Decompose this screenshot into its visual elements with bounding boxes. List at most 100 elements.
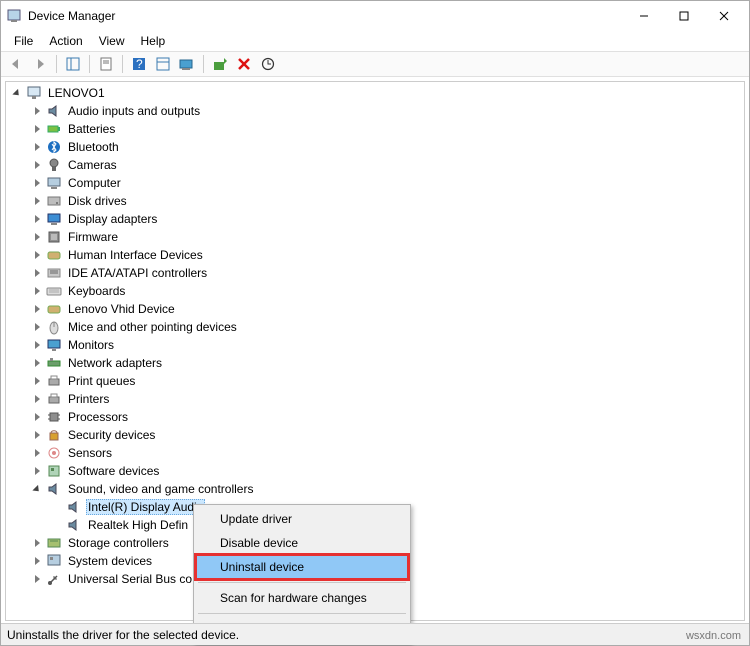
menu-help[interactable]: Help — [133, 32, 174, 50]
speaker-icon — [46, 103, 62, 119]
status-text: Uninstalls the driver for the selected d… — [7, 628, 239, 642]
expand-icon[interactable] — [30, 194, 44, 208]
expand-icon[interactable] — [30, 392, 44, 406]
expand-icon[interactable] — [30, 572, 44, 586]
properties-button[interactable] — [95, 53, 117, 75]
tree-category[interactable]: Disk drives — [6, 192, 744, 210]
tree-category[interactable]: Security devices — [6, 426, 744, 444]
update-driver-button[interactable] — [176, 53, 198, 75]
menu-uninstall-device[interactable]: Uninstall device — [196, 555, 408, 579]
tree-category[interactable]: Firmware — [6, 228, 744, 246]
app-icon — [6, 8, 22, 24]
tree-category[interactable]: Print queues — [6, 372, 744, 390]
tree-item-label: IDE ATA/ATAPI controllers — [66, 266, 209, 280]
usb-icon — [46, 571, 62, 587]
tree-item-label: Display adapters — [66, 212, 159, 226]
show-hide-tree-button[interactable] — [62, 53, 84, 75]
speaker-icon — [66, 517, 82, 533]
minimize-button[interactable] — [624, 2, 664, 30]
tree-item-label: Processors — [66, 410, 130, 424]
expand-icon[interactable] — [30, 140, 44, 154]
expand-icon[interactable] — [30, 266, 44, 280]
menu-action[interactable]: Action — [41, 32, 90, 50]
expand-icon[interactable] — [30, 374, 44, 388]
battery-icon — [46, 121, 62, 137]
tree-root[interactable]: LENOVO1 — [6, 84, 744, 102]
monitor-icon — [46, 337, 62, 353]
tree-category[interactable]: Bluetooth — [6, 138, 744, 156]
expand-icon[interactable] — [30, 428, 44, 442]
expand-icon[interactable] — [30, 446, 44, 460]
forward-button[interactable] — [29, 53, 51, 75]
tree-category[interactable]: Computer — [6, 174, 744, 192]
tree-category[interactable]: Audio inputs and outputs — [6, 102, 744, 120]
tree-category[interactable]: Human Interface Devices — [6, 246, 744, 264]
expand-icon[interactable] — [30, 554, 44, 568]
tree-category[interactable]: Sound, video and game controllers — [6, 480, 744, 498]
menu-view[interactable]: View — [91, 32, 133, 50]
menu-file[interactable]: File — [6, 32, 41, 50]
expand-icon[interactable] — [30, 176, 44, 190]
expand-icon[interactable] — [30, 410, 44, 424]
menu-update-driver[interactable]: Update driver — [196, 507, 408, 531]
expand-icon[interactable] — [30, 212, 44, 226]
tree-item-label: Disk drives — [66, 194, 129, 208]
expand-icon[interactable] — [30, 338, 44, 352]
tree-category[interactable]: Sensors — [6, 444, 744, 462]
expand-icon[interactable] — [30, 248, 44, 262]
expand-icon[interactable] — [30, 302, 44, 316]
tree-item-label: Printers — [66, 392, 111, 406]
tree-category[interactable]: Software devices — [6, 462, 744, 480]
scan-hardware-button[interactable] — [257, 53, 279, 75]
expand-icon[interactable] — [30, 284, 44, 298]
maximize-button[interactable] — [664, 2, 704, 30]
software-icon — [46, 463, 62, 479]
sensor-icon — [46, 445, 62, 461]
tree-category[interactable]: IDE ATA/ATAPI controllers — [6, 264, 744, 282]
tree-category[interactable]: Processors — [6, 408, 744, 426]
svg-text:?: ? — [136, 57, 143, 71]
uninstall-device-button[interactable] — [233, 53, 255, 75]
tree-item-label: Audio inputs and outputs — [66, 104, 202, 118]
expand-icon[interactable] — [30, 158, 44, 172]
tree-category[interactable]: Mice and other pointing devices — [6, 318, 744, 336]
tree-category[interactable]: Display adapters — [6, 210, 744, 228]
tree-category[interactable]: Keyboards — [6, 282, 744, 300]
tree-category[interactable]: Monitors — [6, 336, 744, 354]
tree-category[interactable]: Cameras — [6, 156, 744, 174]
action-button[interactable] — [152, 53, 174, 75]
menu-separator — [198, 613, 406, 614]
toolbar: ? — [1, 51, 749, 77]
menu-disable-device[interactable]: Disable device — [196, 531, 408, 555]
tree-category[interactable]: Printers — [6, 390, 744, 408]
expand-icon[interactable] — [30, 464, 44, 478]
spacer — [50, 500, 64, 514]
expand-icon[interactable] — [30, 320, 44, 334]
tree-item-label: Mice and other pointing devices — [66, 320, 239, 334]
expand-icon[interactable] — [30, 536, 44, 550]
firmware-icon — [46, 229, 62, 245]
tree-item-label: Software devices — [66, 464, 161, 478]
tree-item-label: LENOVO1 — [46, 86, 107, 100]
spacer — [50, 518, 64, 532]
computer-icon — [46, 175, 62, 191]
collapse-icon[interactable] — [30, 482, 44, 496]
hid-icon — [46, 301, 62, 317]
close-button[interactable] — [704, 2, 744, 30]
tree-category[interactable]: Network adapters — [6, 354, 744, 372]
collapse-icon[interactable] — [10, 86, 24, 100]
tree-item-label: Lenovo Vhid Device — [66, 302, 177, 316]
tree-category[interactable]: Lenovo Vhid Device — [6, 300, 744, 318]
back-button[interactable] — [5, 53, 27, 75]
speaker-icon — [46, 481, 62, 497]
keyboard-icon — [46, 283, 62, 299]
expand-icon[interactable] — [30, 122, 44, 136]
menubar: File Action View Help — [1, 31, 749, 51]
expand-icon[interactable] — [30, 230, 44, 244]
menu-scan-hardware[interactable]: Scan for hardware changes — [196, 586, 408, 610]
enable-device-button[interactable] — [209, 53, 231, 75]
help-button[interactable]: ? — [128, 53, 150, 75]
tree-category[interactable]: Batteries — [6, 120, 744, 138]
expand-icon[interactable] — [30, 104, 44, 118]
expand-icon[interactable] — [30, 356, 44, 370]
